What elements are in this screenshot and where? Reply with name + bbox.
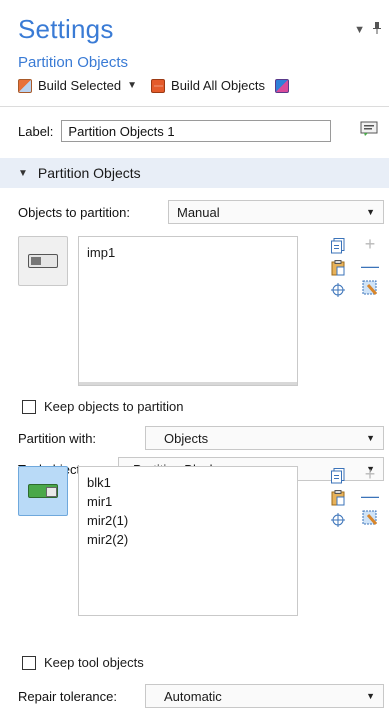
chevron-down-icon[interactable]: ▼	[127, 80, 137, 91]
remove-icon[interactable]: —	[361, 487, 379, 505]
list-item[interactable]: blk1	[87, 473, 289, 492]
chevron-down-icon[interactable]: ▼	[354, 24, 365, 36]
build-selected-button[interactable]: Build Selected ▼	[18, 78, 137, 93]
objects-to-partition-label: Objects to partition:	[18, 205, 130, 220]
repair-tolerance-select[interactable]: Automatic ▼	[145, 684, 384, 708]
add-icon[interactable]: +	[362, 464, 378, 484]
toggle-off-icon	[28, 254, 58, 268]
objects-tools	[330, 238, 346, 298]
dropdown-arrow-icon: ▼	[366, 207, 375, 217]
remove-icon[interactable]: —	[361, 257, 379, 275]
comments-icon	[360, 121, 378, 136]
toggle-on-icon	[28, 484, 58, 498]
tool-objects-list[interactable]: blk1 mir1 mir2(1) mir2(2)	[78, 466, 298, 616]
section-partition-objects[interactable]: ▼ Partition Objects	[0, 158, 389, 188]
list-item[interactable]: mir1	[87, 492, 289, 511]
paste-icon[interactable]	[330, 490, 346, 506]
tool-objects-tools-2: + —	[361, 464, 379, 526]
build-all-label: Build All Objects	[171, 78, 265, 93]
build-graph-icon[interactable]	[274, 78, 289, 93]
panel-controls: ▼	[354, 22, 381, 37]
keep-objects-checkbox[interactable]	[22, 399, 36, 414]
objects-to-partition-select[interactable]: Manual ▼	[168, 200, 384, 224]
copy-icon[interactable]	[330, 468, 346, 484]
keep-tools-checkbox[interactable]	[22, 655, 36, 670]
keep-objects-label: Keep objects to partition	[44, 399, 184, 414]
tool-objects-tools	[330, 468, 346, 528]
objects-mode-value: Manual	[177, 204, 220, 220]
keep-objects-row: Keep objects to partition	[22, 399, 183, 414]
zoom-to-selection-icon[interactable]	[330, 282, 346, 298]
clear-selection-icon[interactable]	[362, 510, 378, 526]
partition-with-value: Objects	[164, 430, 209, 446]
pin-icon[interactable]	[373, 22, 381, 37]
list-item[interactable]: mir2(1)	[87, 511, 289, 530]
list-scroll-strip	[79, 382, 297, 385]
label-caption: Label:	[18, 123, 54, 139]
partition-with-label: Partition with:	[18, 431, 97, 446]
comments-button[interactable]	[358, 118, 380, 140]
list-item[interactable]: imp1	[87, 243, 289, 262]
divider	[0, 106, 389, 107]
add-icon[interactable]: +	[362, 234, 378, 254]
build-toolbar: Build Selected ▼ Build All Objects	[18, 78, 289, 93]
repair-tolerance-label: Repair tolerance:	[18, 689, 117, 704]
build-all-icon	[151, 78, 166, 93]
node-title: Partition Objects	[18, 54, 129, 71]
keep-tools-label: Keep tool objects	[44, 655, 144, 670]
label-input[interactable]	[61, 120, 332, 142]
panel-title: Settings	[18, 14, 114, 44]
zoom-to-selection-icon[interactable]	[330, 512, 346, 528]
dropdown-arrow-icon: ▼	[366, 691, 375, 701]
clear-selection-icon[interactable]	[362, 280, 378, 296]
build-all-button[interactable]: Build All Objects	[151, 78, 265, 93]
collapse-triangle-icon[interactable]: ▼	[18, 168, 28, 179]
section-title: Partition Objects	[37, 165, 141, 181]
repair-tolerance-value: Automatic	[164, 688, 222, 704]
objects-tools-2: + —	[361, 234, 379, 296]
label-row: Label:	[18, 120, 332, 142]
objects-list[interactable]: imp1	[78, 236, 298, 386]
active-selection-toggle-tools[interactable]	[18, 466, 68, 516]
keep-tools-row: Keep tool objects	[22, 655, 144, 670]
partition-with-select[interactable]: Objects ▼	[145, 426, 384, 450]
copy-icon[interactable]	[330, 238, 346, 254]
dropdown-arrow-icon: ▼	[366, 433, 375, 443]
build-selected-label: Build Selected	[38, 78, 122, 93]
list-item[interactable]: mir2(2)	[87, 530, 289, 549]
active-selection-toggle-objects[interactable]	[18, 236, 68, 286]
build-selected-icon	[18, 78, 32, 93]
paste-icon[interactable]	[330, 260, 346, 276]
